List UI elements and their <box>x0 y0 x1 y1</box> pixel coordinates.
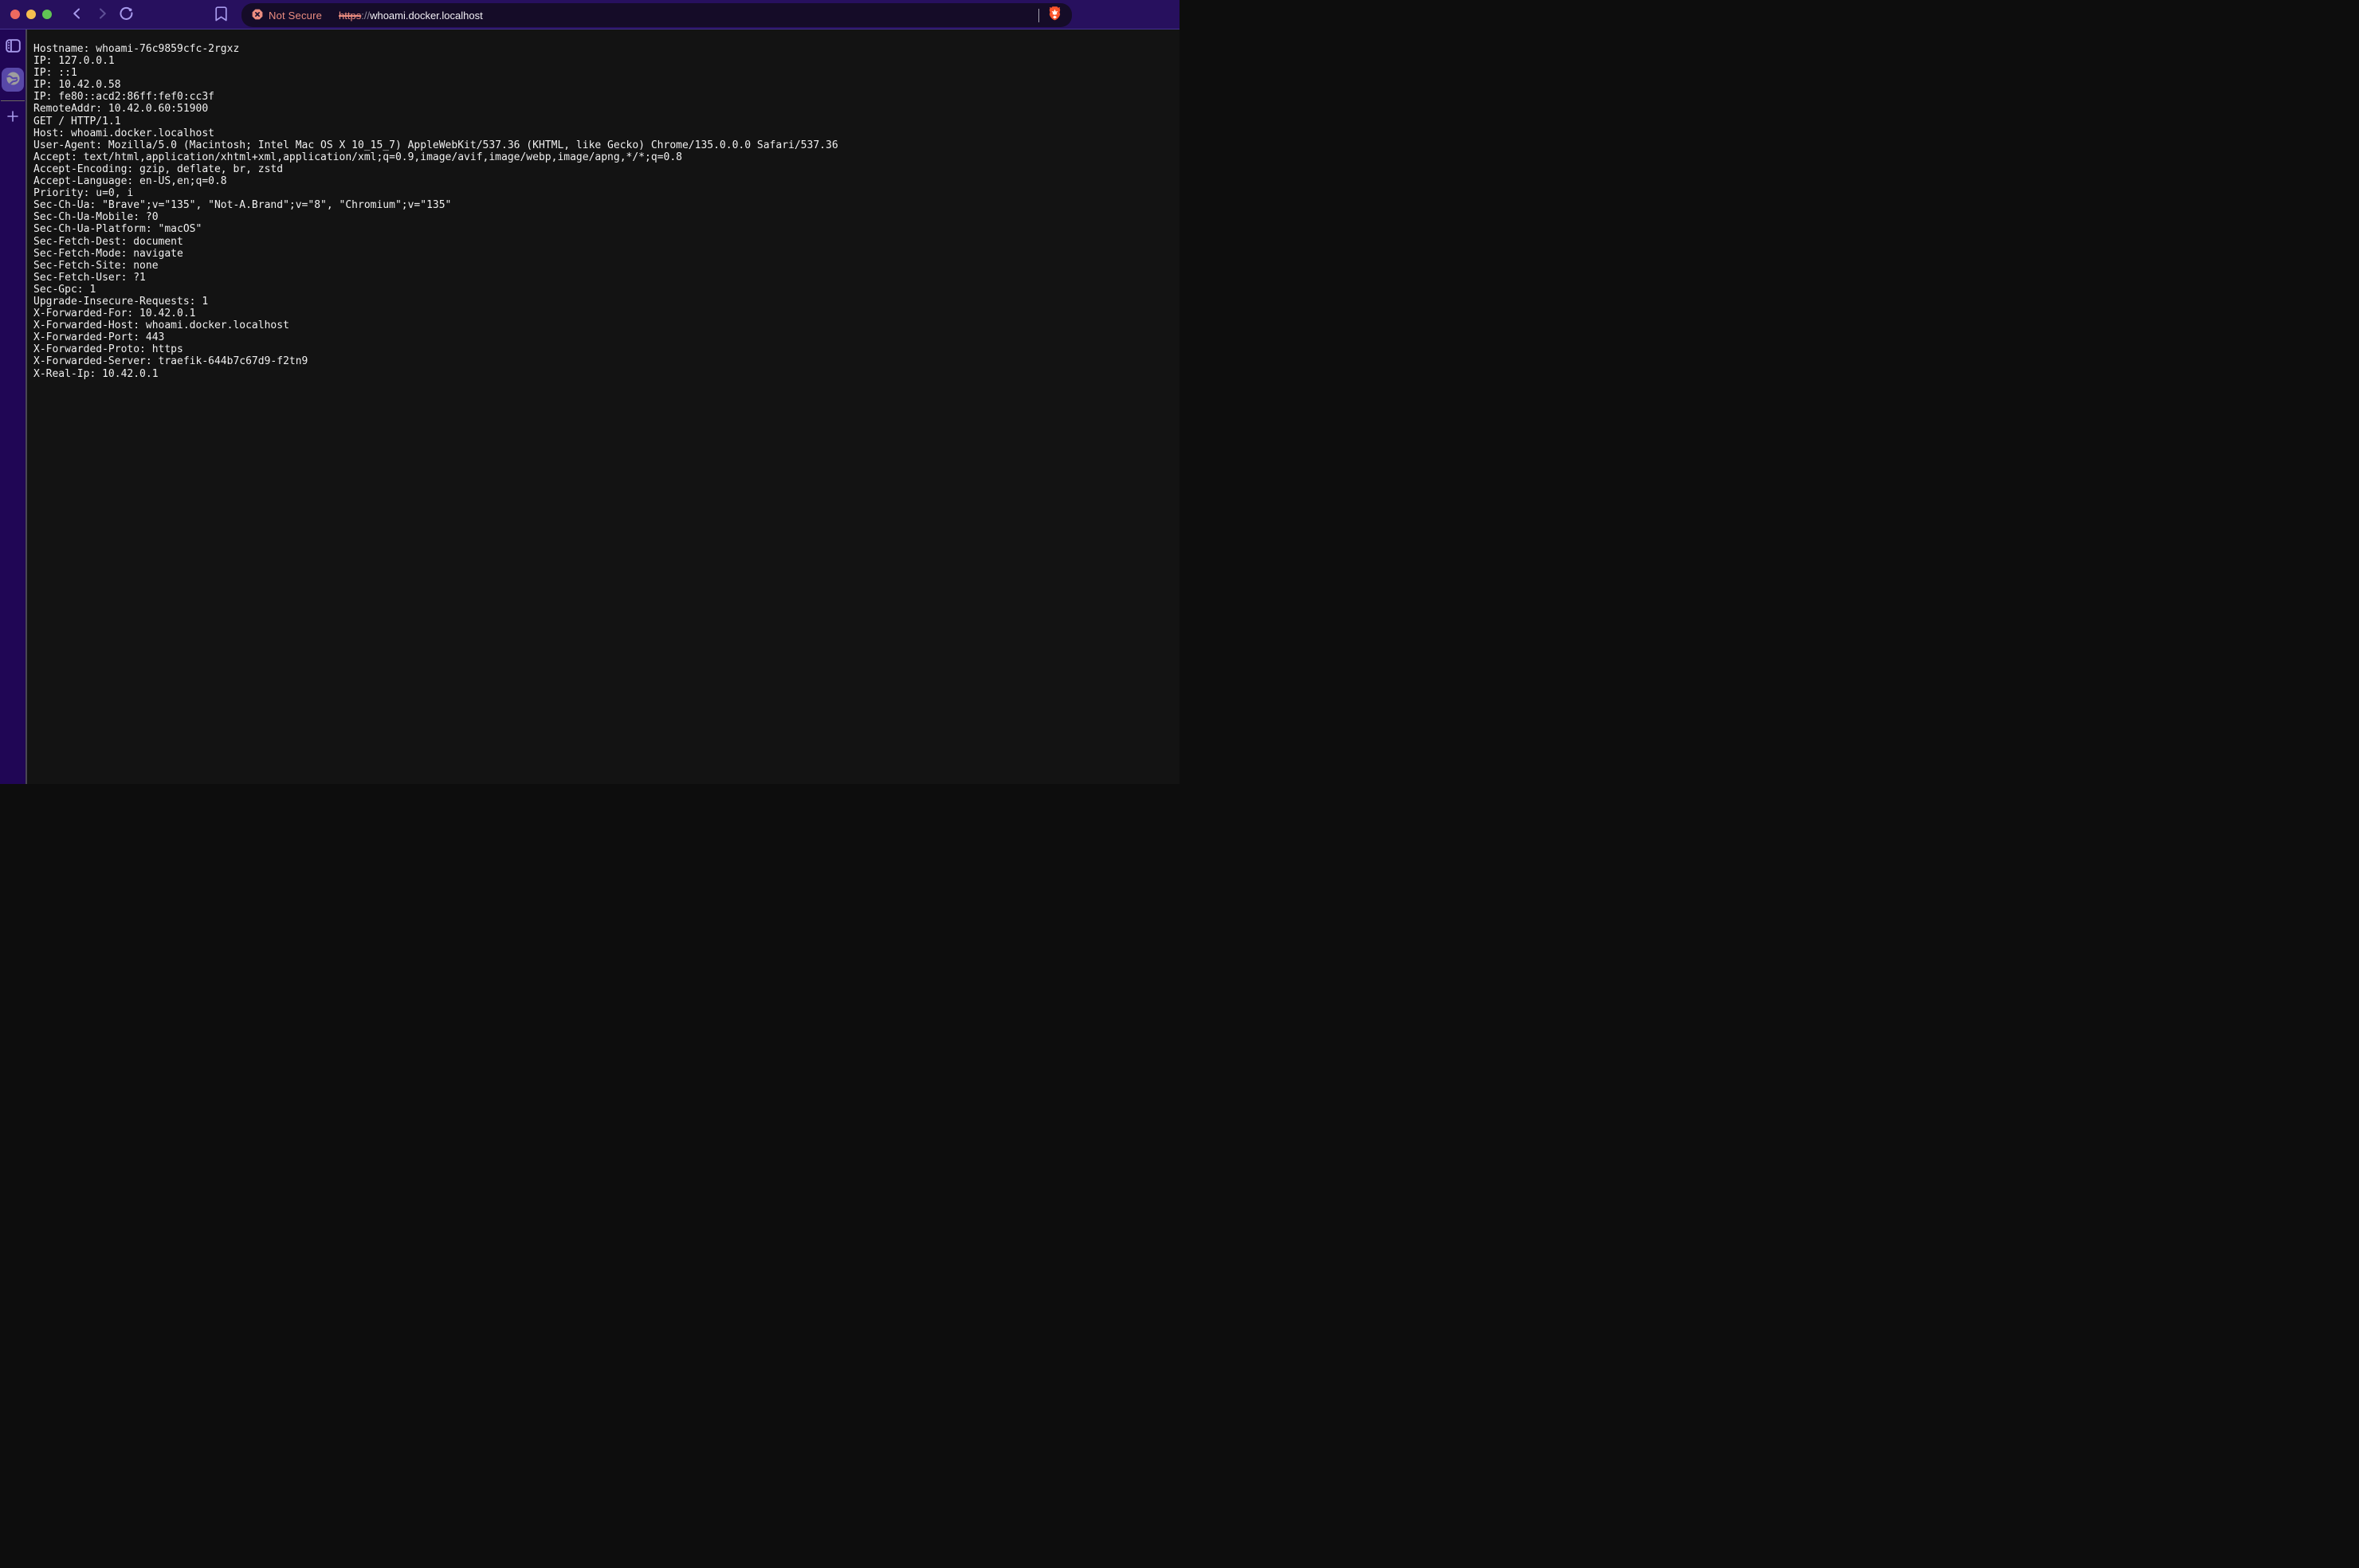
bookmark-panel-button[interactable] <box>211 6 230 25</box>
url-text: https://whoami.docker.localhost <box>339 10 483 22</box>
url-bar-divider <box>1038 9 1039 22</box>
plus-icon <box>7 111 18 124</box>
url-scheme-separator: :// <box>361 10 370 22</box>
url-scheme: https <box>339 10 361 22</box>
zoom-window-button[interactable] <box>42 10 52 19</box>
window-controls <box>10 10 52 19</box>
not-secure-label: Not Secure <box>269 10 322 22</box>
main-area: Hostname: whoami-76c9859cfc-2rgxz IP: 12… <box>0 29 1180 784</box>
not-secure-icon <box>252 9 263 22</box>
response-text: Hostname: whoami-76c9859cfc-2rgxz IP: 12… <box>27 43 1180 380</box>
active-tab-tile[interactable] <box>2 68 24 92</box>
page-content: Hostname: whoami-76c9859cfc-2rgxz IP: 12… <box>27 29 1180 784</box>
browser-toolbar: Not Secure https://whoami.docker.localho… <box>0 0 1180 29</box>
sidebar-divider <box>1 100 25 101</box>
site-security-chip[interactable]: Not Secure <box>252 9 322 22</box>
bookmark-icon <box>215 6 227 24</box>
globe-icon <box>6 71 21 88</box>
brave-shields-button[interactable] <box>1048 6 1062 24</box>
url-bar-right-controls <box>1038 6 1062 24</box>
reload-icon <box>119 6 134 23</box>
reload-button[interactable] <box>116 5 135 24</box>
close-window-button[interactable] <box>10 10 20 19</box>
forward-icon <box>95 6 109 23</box>
back-icon <box>70 6 84 23</box>
sidebar-panel-icon <box>6 39 21 55</box>
browser-window: Not Secure https://whoami.docker.localho… <box>0 0 1180 784</box>
url-host: whoami.docker.localhost <box>370 10 483 22</box>
vertical-tab-sidebar <box>0 29 26 784</box>
sidebar-toggle-button[interactable] <box>6 39 21 55</box>
url-bar[interactable]: Not Secure https://whoami.docker.localho… <box>241 3 1072 27</box>
minimize-window-button[interactable] <box>26 10 36 19</box>
brave-lion-icon <box>1048 6 1062 24</box>
forward-button[interactable] <box>92 5 112 24</box>
new-tab-button[interactable] <box>7 111 18 124</box>
back-button[interactable] <box>68 5 87 24</box>
